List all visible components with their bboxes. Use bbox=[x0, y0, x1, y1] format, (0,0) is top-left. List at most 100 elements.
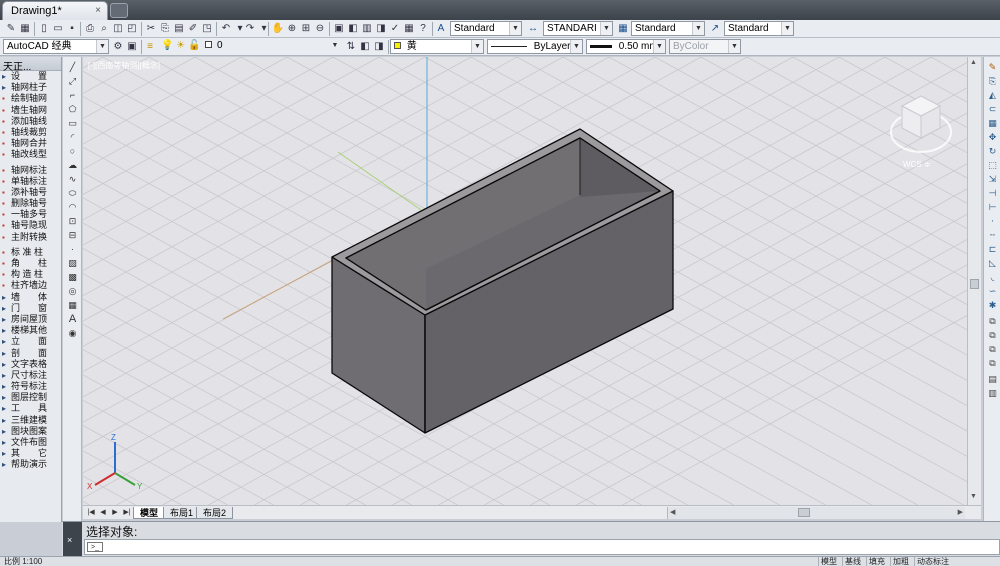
scroll-thumb[interactable] bbox=[970, 279, 979, 289]
first-tab-icon[interactable]: |◀ bbox=[86, 508, 96, 518]
last-tab-icon[interactable]: ▶| bbox=[122, 508, 132, 518]
close-icon[interactable]: × bbox=[95, 5, 101, 16]
hatch-back-icon[interactable]: ▥ bbox=[986, 387, 999, 399]
break-at-point-icon[interactable]: ⋅ bbox=[986, 215, 999, 227]
chevron-down-icon[interactable]: ▼ bbox=[96, 40, 108, 53]
circle-icon[interactable]: ○ bbox=[66, 145, 79, 157]
status-bold-button[interactable]: 加粗 bbox=[890, 557, 911, 566]
calculator-icon[interactable]: ▦ bbox=[402, 22, 416, 35]
3d-box[interactable] bbox=[331, 128, 674, 434]
menu-item[interactable]: ▪ 轴网标注 bbox=[0, 165, 61, 176]
menu-item[interactable]: ▸ 图块图案 bbox=[0, 426, 61, 437]
multileader-style-select[interactable]: Standard ▼ bbox=[724, 21, 794, 36]
menu-item[interactable]: ▸ 立 面 bbox=[0, 336, 61, 347]
scroll-left-icon[interactable]: ◀ bbox=[670, 508, 675, 516]
scroll-down-icon[interactable]: ▼ bbox=[970, 493, 977, 500]
draworder-back-icon[interactable]: ⧉ bbox=[986, 329, 999, 341]
workspace-save-icon[interactable]: ▣ bbox=[125, 40, 139, 53]
publish-icon[interactable]: ◫ bbox=[111, 22, 125, 35]
trim-icon[interactable]: ⊣ bbox=[986, 187, 999, 199]
move-icon[interactable]: ✥ bbox=[986, 131, 999, 143]
fillet-icon[interactable]: ◟ bbox=[986, 271, 999, 283]
layer-select[interactable]: 💡 ☀ 🔓 0 ▼ bbox=[158, 39, 341, 54]
zoom-realtime-icon[interactable]: ⊕ bbox=[285, 22, 299, 35]
explode-icon[interactable]: ✱ bbox=[986, 299, 999, 311]
markup-icon[interactable]: ✓ bbox=[388, 22, 402, 35]
app-icon[interactable]: ▦ bbox=[18, 22, 32, 35]
3d-print-icon[interactable]: ◰ bbox=[125, 22, 139, 35]
scale-icon[interactable]: ⬚ bbox=[986, 159, 999, 171]
ellipse-icon[interactable]: ⬭ bbox=[66, 187, 79, 199]
mirror-icon[interactable]: ◭ bbox=[986, 89, 999, 101]
menu-item[interactable]: ▸ 文件布图 bbox=[0, 437, 61, 448]
tab-drawing1[interactable]: Drawing1* × bbox=[2, 1, 108, 20]
menu-item[interactable]: ▪ 角 柱 bbox=[0, 258, 61, 269]
text-style-select[interactable]: Standard ▼ bbox=[450, 21, 522, 36]
make-current-layer-icon[interactable]: ⇅ bbox=[344, 40, 358, 53]
offset-icon[interactable]: ⊂ bbox=[986, 103, 999, 115]
chevron-down-icon[interactable]: ▼ bbox=[653, 40, 665, 53]
menu-item[interactable]: ▪ 标 准 柱 bbox=[0, 247, 61, 258]
stretch-icon[interactable]: ⇲ bbox=[986, 173, 999, 185]
menu-item[interactable]: ▸ 其 它 bbox=[0, 448, 61, 459]
menu-item[interactable]: ▸ 帮助演示 bbox=[0, 459, 61, 470]
menu-item[interactable]: ▸ 墙 体 bbox=[0, 292, 61, 303]
layer-state-icon[interactable]: ◨ bbox=[372, 40, 386, 53]
cut-icon[interactable]: ✂ bbox=[144, 22, 158, 35]
copy-icon[interactable]: ⎘ bbox=[158, 22, 172, 35]
status-fill-button[interactable]: 填充 bbox=[866, 557, 887, 566]
chevron-down-icon[interactable]: ▼ bbox=[781, 22, 793, 35]
menu-item[interactable]: ▸ 轴网柱子 bbox=[0, 82, 61, 93]
print-preview-icon[interactable]: ⌕ bbox=[97, 22, 111, 35]
menu-item[interactable]: ▸ 设 置 bbox=[0, 71, 61, 82]
tab-layout1[interactable]: 布局1 bbox=[163, 507, 201, 519]
menu-item[interactable]: ▸ 楼梯其他 bbox=[0, 325, 61, 336]
make-block-icon[interactable]: ⊟ bbox=[66, 229, 79, 241]
extend-icon[interactable]: ⊢ bbox=[986, 201, 999, 213]
draworder-under-icon[interactable]: ⧉ bbox=[986, 357, 999, 369]
construction-line-icon[interactable]: ⤢ bbox=[66, 75, 79, 87]
table-icon[interactable]: ▦ bbox=[66, 299, 79, 311]
tab-layout2[interactable]: 布局2 bbox=[196, 507, 234, 519]
menu-item[interactable]: ▪ 轴网合并 bbox=[0, 138, 61, 149]
tab-model[interactable]: 模型 bbox=[133, 507, 166, 519]
menu-item[interactable]: ▪ 墙生轴网 bbox=[0, 105, 61, 116]
viewcube[interactable] bbox=[888, 82, 954, 172]
gradient-icon[interactable]: ▩ bbox=[66, 271, 79, 283]
open-file-icon[interactable]: ▭ bbox=[51, 22, 65, 35]
menu-item[interactable]: ▪ 绘制轴网 bbox=[0, 93, 61, 104]
chevron-down-icon[interactable]: ▼ bbox=[329, 39, 341, 52]
menu-item[interactable]: ▸ 尺寸标注 bbox=[0, 370, 61, 381]
chevron-down-icon[interactable]: ▼ bbox=[570, 40, 582, 53]
sheet-set-icon[interactable]: ◨ bbox=[374, 22, 388, 35]
menu-item[interactable]: ▪ 删除轴号 bbox=[0, 198, 61, 209]
new-tab-button[interactable] bbox=[110, 3, 128, 18]
layer-previous-icon[interactable]: ◧ bbox=[358, 40, 372, 53]
model-space-canvas[interactable]: Z X Y bbox=[83, 57, 967, 505]
horizontal-scrollbar[interactable]: ◀ ▶ bbox=[667, 507, 965, 519]
new-file-icon[interactable]: ▯ bbox=[37, 22, 51, 35]
properties-icon[interactable]: ▣ bbox=[332, 22, 346, 35]
menu-item[interactable]: ▸ 工 具 bbox=[0, 403, 61, 414]
linetype-select[interactable]: ByLayer ▼ bbox=[487, 39, 583, 54]
save-icon[interactable]: ▪ bbox=[65, 22, 79, 35]
chevron-down-icon[interactable]: ▼ bbox=[471, 40, 483, 53]
chevron-down-icon[interactable]: ▼ bbox=[692, 22, 704, 35]
scale-indicator[interactable]: 比例 1:100 bbox=[4, 557, 42, 566]
polygon-icon[interactable]: ⬠ bbox=[66, 103, 79, 115]
tool-palettes-icon[interactable]: ▥ bbox=[360, 22, 374, 35]
copy-object-icon[interactable]: ⎘ bbox=[986, 75, 999, 87]
menu-item[interactable]: ▸ 房间屋顶 bbox=[0, 314, 61, 325]
prev-tab-icon[interactable]: ◀ bbox=[98, 508, 108, 518]
tangent-icon[interactable]: ✎ bbox=[4, 22, 18, 35]
add-selected-icon[interactable]: ◉ bbox=[66, 327, 79, 339]
status-dynamic-dim-button[interactable]: 动态标注 bbox=[914, 557, 951, 566]
status-baseline-button[interactable]: 基线 bbox=[842, 557, 863, 566]
menu-item[interactable]: ▸ 图层控制 bbox=[0, 392, 61, 403]
vertical-scrollbar[interactable]: ▲ ▼ bbox=[967, 57, 981, 505]
menu-item[interactable]: ▪ 柱齐墙边 bbox=[0, 280, 61, 291]
scroll-up-icon[interactable]: ▲ bbox=[970, 59, 977, 66]
block-editor-icon[interactable]: ◳ bbox=[200, 22, 214, 35]
scroll-thumb[interactable] bbox=[798, 508, 810, 517]
layer-properties-icon[interactable]: ≡ bbox=[143, 40, 157, 53]
